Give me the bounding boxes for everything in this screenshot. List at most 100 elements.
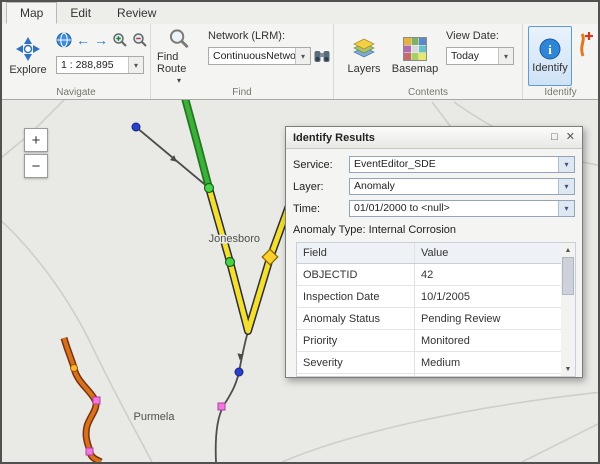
contents-group-label: Contents bbox=[334, 87, 522, 98]
tab-review[interactable]: Review bbox=[104, 2, 169, 24]
explore-button[interactable]: Explore bbox=[6, 28, 50, 84]
map-zoom-out-button[interactable]: − bbox=[24, 154, 48, 178]
attribute-table-wrap: Field Value OBJECTID 42 Inspection Date … bbox=[296, 242, 576, 377]
scroll-down-icon[interactable]: ▼ bbox=[561, 362, 575, 376]
layer-label: Layer: bbox=[293, 181, 349, 193]
field-cell: Date Closed bbox=[297, 374, 415, 377]
time-combo[interactable]: 01/01/2000 to <null> ▾ bbox=[349, 200, 575, 217]
app-window: Map Edit Review Explore bbox=[0, 0, 600, 464]
service-combo[interactable]: EventEditor_SDE ▾ bbox=[349, 156, 575, 173]
chevron-down-icon[interactable]: ▾ bbox=[295, 48, 310, 64]
map-viewport[interactable]: Jonesboro Purmela + − Identify Results □… bbox=[2, 100, 598, 462]
network-lrm-label: Network (LRM): bbox=[208, 30, 285, 42]
layers-label: Layers bbox=[347, 63, 380, 75]
blue-point-marker bbox=[235, 368, 243, 376]
add-event-icon[interactable] bbox=[575, 30, 595, 60]
back-arrow-icon[interactable]: ← bbox=[76, 32, 90, 48]
field-column-header: Field bbox=[297, 243, 415, 263]
time-value: 01/01/2000 to <null> bbox=[350, 201, 558, 216]
identify-group-label: Identify bbox=[523, 87, 598, 98]
chevron-down-icon[interactable]: ▾ bbox=[558, 201, 574, 216]
table-row[interactable]: OBJECTID 42 bbox=[297, 264, 561, 286]
navigate-group-label: Navigate bbox=[2, 87, 150, 98]
pink-square-marker bbox=[93, 397, 100, 404]
ribbon-tab-bar: Map Edit Review bbox=[2, 2, 598, 24]
zoom-out-icon[interactable] bbox=[132, 32, 148, 48]
find-route-button[interactable]: Find Route ▾ bbox=[157, 28, 201, 84]
chevron-down-icon: ▾ bbox=[177, 77, 181, 84]
network-lrm-value: ContinuousNetwork bbox=[209, 48, 295, 64]
tab-edit[interactable]: Edit bbox=[57, 2, 104, 24]
map-scale-combo[interactable]: 1 : 288,895 ▾ bbox=[56, 56, 144, 74]
zoom-in-icon[interactable] bbox=[112, 32, 128, 48]
explore-compass-icon bbox=[15, 36, 41, 62]
basemap-button[interactable]: Basemap bbox=[390, 28, 440, 84]
table-scrollbar[interactable]: ▲ ▼ bbox=[561, 242, 576, 377]
field-cell: Priority bbox=[297, 330, 415, 351]
view-date-value: Today bbox=[447, 48, 498, 64]
view-date-label: View Date: bbox=[446, 30, 499, 42]
maximize-icon[interactable]: □ bbox=[551, 132, 558, 143]
tab-map-label: Map bbox=[20, 6, 43, 20]
tab-review-label: Review bbox=[117, 6, 156, 20]
map-scale-value: 1 : 288,895 bbox=[57, 57, 128, 73]
find-route-label: Find Route bbox=[157, 51, 201, 75]
tab-map[interactable]: Map bbox=[6, 2, 57, 24]
value-cell: Pending Review bbox=[415, 308, 561, 329]
place-label: Purmela bbox=[134, 411, 176, 423]
field-cell: Inspection Date bbox=[297, 286, 415, 307]
close-icon[interactable]: ✕ bbox=[566, 132, 575, 143]
table-row[interactable]: Anomaly Status Pending Review bbox=[297, 308, 561, 330]
place-label: Jonesboro bbox=[209, 233, 260, 245]
find-route-magnifier-icon bbox=[168, 28, 190, 49]
binoculars-icon[interactable] bbox=[313, 47, 331, 65]
network-lrm-combo[interactable]: ContinuousNetwork ▾ bbox=[208, 47, 311, 65]
forward-arrow-icon[interactable]: → bbox=[94, 32, 108, 48]
globe-icon[interactable] bbox=[56, 32, 72, 48]
pink-square-marker bbox=[218, 403, 225, 410]
scrollbar-track[interactable] bbox=[561, 295, 575, 362]
layers-icon bbox=[352, 37, 376, 61]
yellow-route bbox=[209, 188, 294, 331]
chevron-down-icon[interactable]: ▾ bbox=[128, 57, 143, 73]
field-cell: Anomaly Status bbox=[297, 308, 415, 329]
layer-combo[interactable]: Anomaly ▾ bbox=[349, 178, 575, 195]
panel-title: Identify Results bbox=[293, 132, 543, 144]
view-date-combo[interactable]: Today ▾ bbox=[446, 47, 514, 65]
time-label: Time: bbox=[293, 203, 349, 215]
table-header-row: Field Value bbox=[297, 243, 561, 264]
table-row[interactable]: Severity Medium bbox=[297, 352, 561, 374]
group-identify: i Identify Identify bbox=[523, 24, 598, 99]
scroll-up-icon[interactable]: ▲ bbox=[561, 243, 575, 257]
place-labels: Jonesboro Purmela bbox=[134, 233, 260, 423]
value-cell: <null> bbox=[415, 374, 561, 377]
scrollbar-thumb[interactable] bbox=[562, 257, 574, 295]
table-row[interactable]: Inspection Date 10/1/2005 bbox=[297, 286, 561, 308]
value-cell: 42 bbox=[415, 264, 561, 285]
green-route bbox=[185, 100, 209, 188]
identify-button[interactable]: i Identify bbox=[528, 26, 572, 86]
layer-value: Anomaly bbox=[350, 179, 558, 194]
layers-button[interactable]: Layers bbox=[342, 28, 386, 84]
svg-text:i: i bbox=[548, 42, 552, 57]
value-column-header: Value bbox=[415, 243, 561, 263]
field-cell: OBJECTID bbox=[297, 264, 415, 285]
tab-edit-label: Edit bbox=[70, 6, 91, 20]
chevron-down-icon[interactable]: ▾ bbox=[498, 48, 513, 64]
anomaly-type-text: Anomaly Type: Internal Corrosion bbox=[286, 219, 582, 238]
value-cell: Monitored bbox=[415, 330, 561, 351]
value-cell: 10/1/2005 bbox=[415, 286, 561, 307]
service-value: EventEditor_SDE bbox=[350, 157, 558, 172]
identify-label: Identify bbox=[532, 62, 567, 74]
pink-square-marker bbox=[86, 448, 93, 455]
map-zoom-in-button[interactable]: + bbox=[24, 128, 48, 152]
explore-label: Explore bbox=[9, 64, 46, 76]
chevron-down-icon[interactable]: ▾ bbox=[558, 179, 574, 194]
chevron-down-icon[interactable]: ▾ bbox=[558, 157, 574, 172]
value-cell: Medium bbox=[415, 352, 561, 373]
basemap-icon bbox=[403, 37, 427, 61]
green-point-marker bbox=[205, 184, 214, 193]
table-row[interactable]: Priority Monitored bbox=[297, 330, 561, 352]
panel-titlebar[interactable]: Identify Results □ ✕ bbox=[286, 127, 582, 149]
table-row[interactable]: Date Closed <null> bbox=[297, 374, 561, 377]
